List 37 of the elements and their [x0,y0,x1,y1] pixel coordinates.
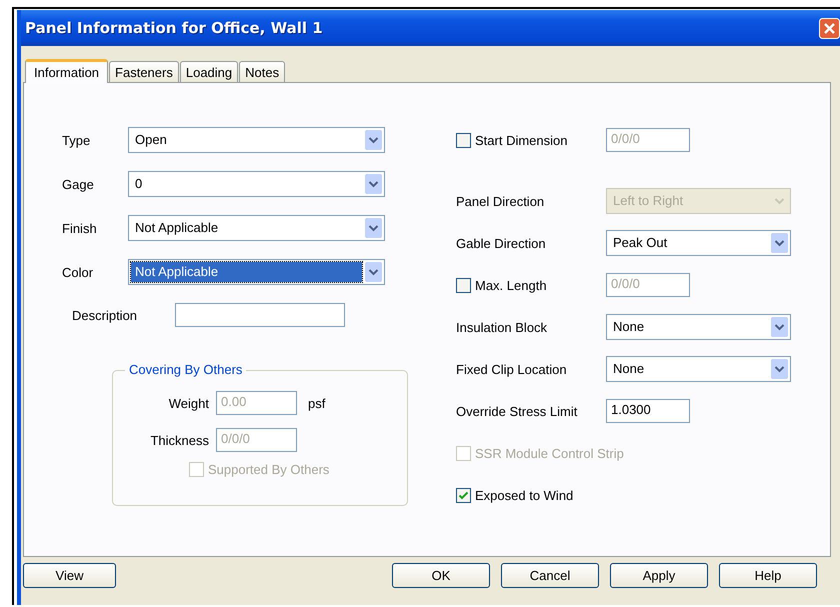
checkbox-label: SSR Module Control Strip [475,446,624,460]
field-label: Fixed Clip Location [456,362,568,376]
dropdown[interactable]: Open [128,127,385,153]
input-field[interactable]: 1.0300 [606,399,690,423]
tab[interactable]: Notes [239,61,286,82]
checkbox-label: Max. Length [475,278,547,292]
dialog-button[interactable]: Cancel [501,563,599,588]
group-title: Covering By Others [125,362,246,377]
checkbox-label: Supported By Others [208,462,330,477]
dialog-button[interactable]: OK [392,563,490,588]
field-label: Color [62,264,94,280]
field-label: Override Stress Limit [456,404,578,418]
dialog-button[interactable]: Help [719,563,817,588]
dropdown[interactable]: Peak Out [606,230,791,256]
field-label: Insulation Block [456,320,548,334]
field-label: Panel Direction [456,194,546,208]
tab[interactable]: Loading [180,61,238,82]
dropdown[interactable]: Not Applicable [128,215,385,241]
field-label: Description [72,308,138,322]
dropdown[interactable]: Not Applicable [128,259,385,285]
field-label: Gable Direction [456,236,547,250]
field-label: Finish [62,220,98,236]
tab[interactable]: Information [25,59,108,83]
dropdown[interactable]: None [606,314,791,340]
field-label: Thickness [149,432,210,448]
field-label: Gage [62,176,95,192]
dropdown[interactable]: None [606,356,791,382]
unit-label: psf [308,396,326,410]
checkbox-label: Start Dimension [475,132,568,148]
field-label: Weight [168,396,210,410]
field-label: Type [62,132,92,148]
checkbox-label: Exposed to Wind [475,488,574,502]
dialog-button[interactable]: Apply [610,563,708,588]
window-title: Panel Information for Office, Wall 1 [25,19,323,37]
dropdown[interactable]: 0 [128,171,385,197]
tab[interactable]: Fasteners [109,61,179,82]
dialog-button[interactable]: View [23,563,116,588]
